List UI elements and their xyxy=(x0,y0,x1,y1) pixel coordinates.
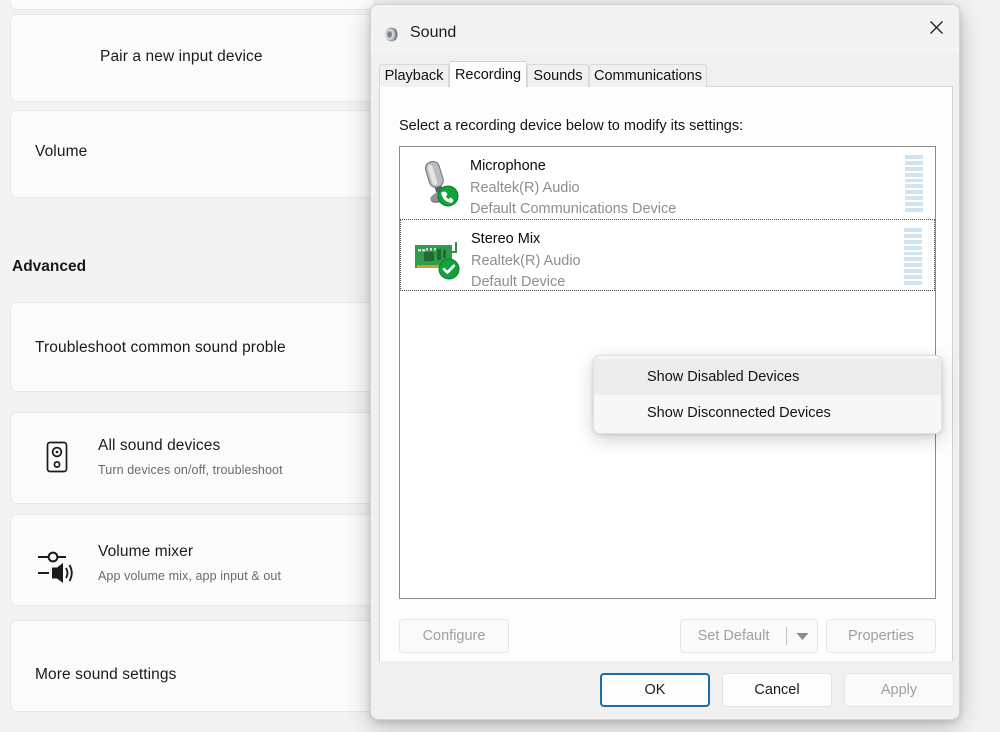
advanced-section-heading: Advanced xyxy=(12,258,86,276)
volume-mixer-sub: App volume mix, app input & out xyxy=(98,569,281,583)
tab-playback[interactable]: Playback xyxy=(379,64,449,87)
tab-recording[interactable]: Recording xyxy=(449,61,527,87)
context-menu: Show Disabled Devices Show Disconnected … xyxy=(593,355,942,434)
device-state: Default Device xyxy=(471,274,565,290)
menu-item-show-disabled-devices[interactable]: Show Disabled Devices xyxy=(594,359,941,395)
device-name: Microphone xyxy=(470,158,546,174)
apply-button[interactable]: Apply xyxy=(844,673,954,707)
sound-card-icon xyxy=(411,229,465,283)
tabstrip: Playback Recording Sounds Communications xyxy=(379,61,953,87)
close-icon[interactable] xyxy=(913,5,959,49)
all-sound-devices-sub: Turn devices on/off, troubleshoot xyxy=(98,463,283,477)
speaker-device-icon xyxy=(44,440,70,479)
configure-button[interactable]: Configure xyxy=(399,619,509,653)
volume-mixer-icon xyxy=(36,548,76,589)
configure-button-label: Configure xyxy=(423,628,486,644)
pair-input-device-label: Pair a new input device xyxy=(100,48,263,66)
more-sound-settings-label: More sound settings xyxy=(35,666,176,684)
instruction-text: Select a recording device below to modif… xyxy=(399,118,743,134)
dialog-titlebar: Sound xyxy=(371,5,959,53)
properties-button[interactable]: Properties xyxy=(826,619,936,653)
device-row-microphone[interactable]: Microphone Realtek(R) Audio Default Comm… xyxy=(400,147,935,219)
apply-button-label: Apply xyxy=(881,682,917,698)
menu-item-label: Show Disabled Devices xyxy=(647,369,799,385)
dialog-footer: OK Cancel Apply xyxy=(371,661,959,719)
volume-label: Volume xyxy=(35,143,87,161)
tab-recording-label: Recording xyxy=(455,67,521,83)
tab-sounds-label: Sounds xyxy=(533,68,582,84)
level-meter xyxy=(904,228,922,285)
tab-communications-label: Communications xyxy=(594,68,702,84)
tab-playback-label: Playback xyxy=(385,68,444,84)
properties-button-label: Properties xyxy=(848,628,914,644)
set-default-button-label: Set Default xyxy=(681,620,786,652)
cancel-button-label: Cancel xyxy=(754,682,799,698)
device-state: Default Communications Device xyxy=(470,201,676,217)
settings-card-partial-top[interactable] xyxy=(10,0,375,10)
menu-item-label: Show Disconnected Devices xyxy=(647,405,831,421)
device-name: Stereo Mix xyxy=(471,231,540,247)
menu-item-show-disconnected-devices[interactable]: Show Disconnected Devices xyxy=(594,395,941,431)
level-meter xyxy=(905,155,923,212)
device-driver: Realtek(R) Audio xyxy=(470,180,580,196)
speaker-icon xyxy=(383,26,400,48)
microphone-icon xyxy=(410,156,464,210)
tab-sounds[interactable]: Sounds xyxy=(527,64,589,87)
volume-mixer-label: Volume mixer xyxy=(98,543,193,561)
ok-button[interactable]: OK xyxy=(600,673,710,707)
cancel-button[interactable]: Cancel xyxy=(722,673,832,707)
all-sound-devices-label: All sound devices xyxy=(98,437,220,455)
ok-button-label: OK xyxy=(645,682,666,698)
chevron-down-icon[interactable] xyxy=(787,620,817,652)
troubleshoot-label: Troubleshoot common sound proble xyxy=(35,339,286,357)
dialog-title: Sound xyxy=(410,24,456,42)
device-row-stereo-mix[interactable]: Stereo Mix Realtek(R) Audio Default Devi… xyxy=(400,219,935,291)
tab-communications[interactable]: Communications xyxy=(589,64,707,87)
set-default-split-button[interactable]: Set Default xyxy=(680,619,818,653)
device-driver: Realtek(R) Audio xyxy=(471,253,581,269)
